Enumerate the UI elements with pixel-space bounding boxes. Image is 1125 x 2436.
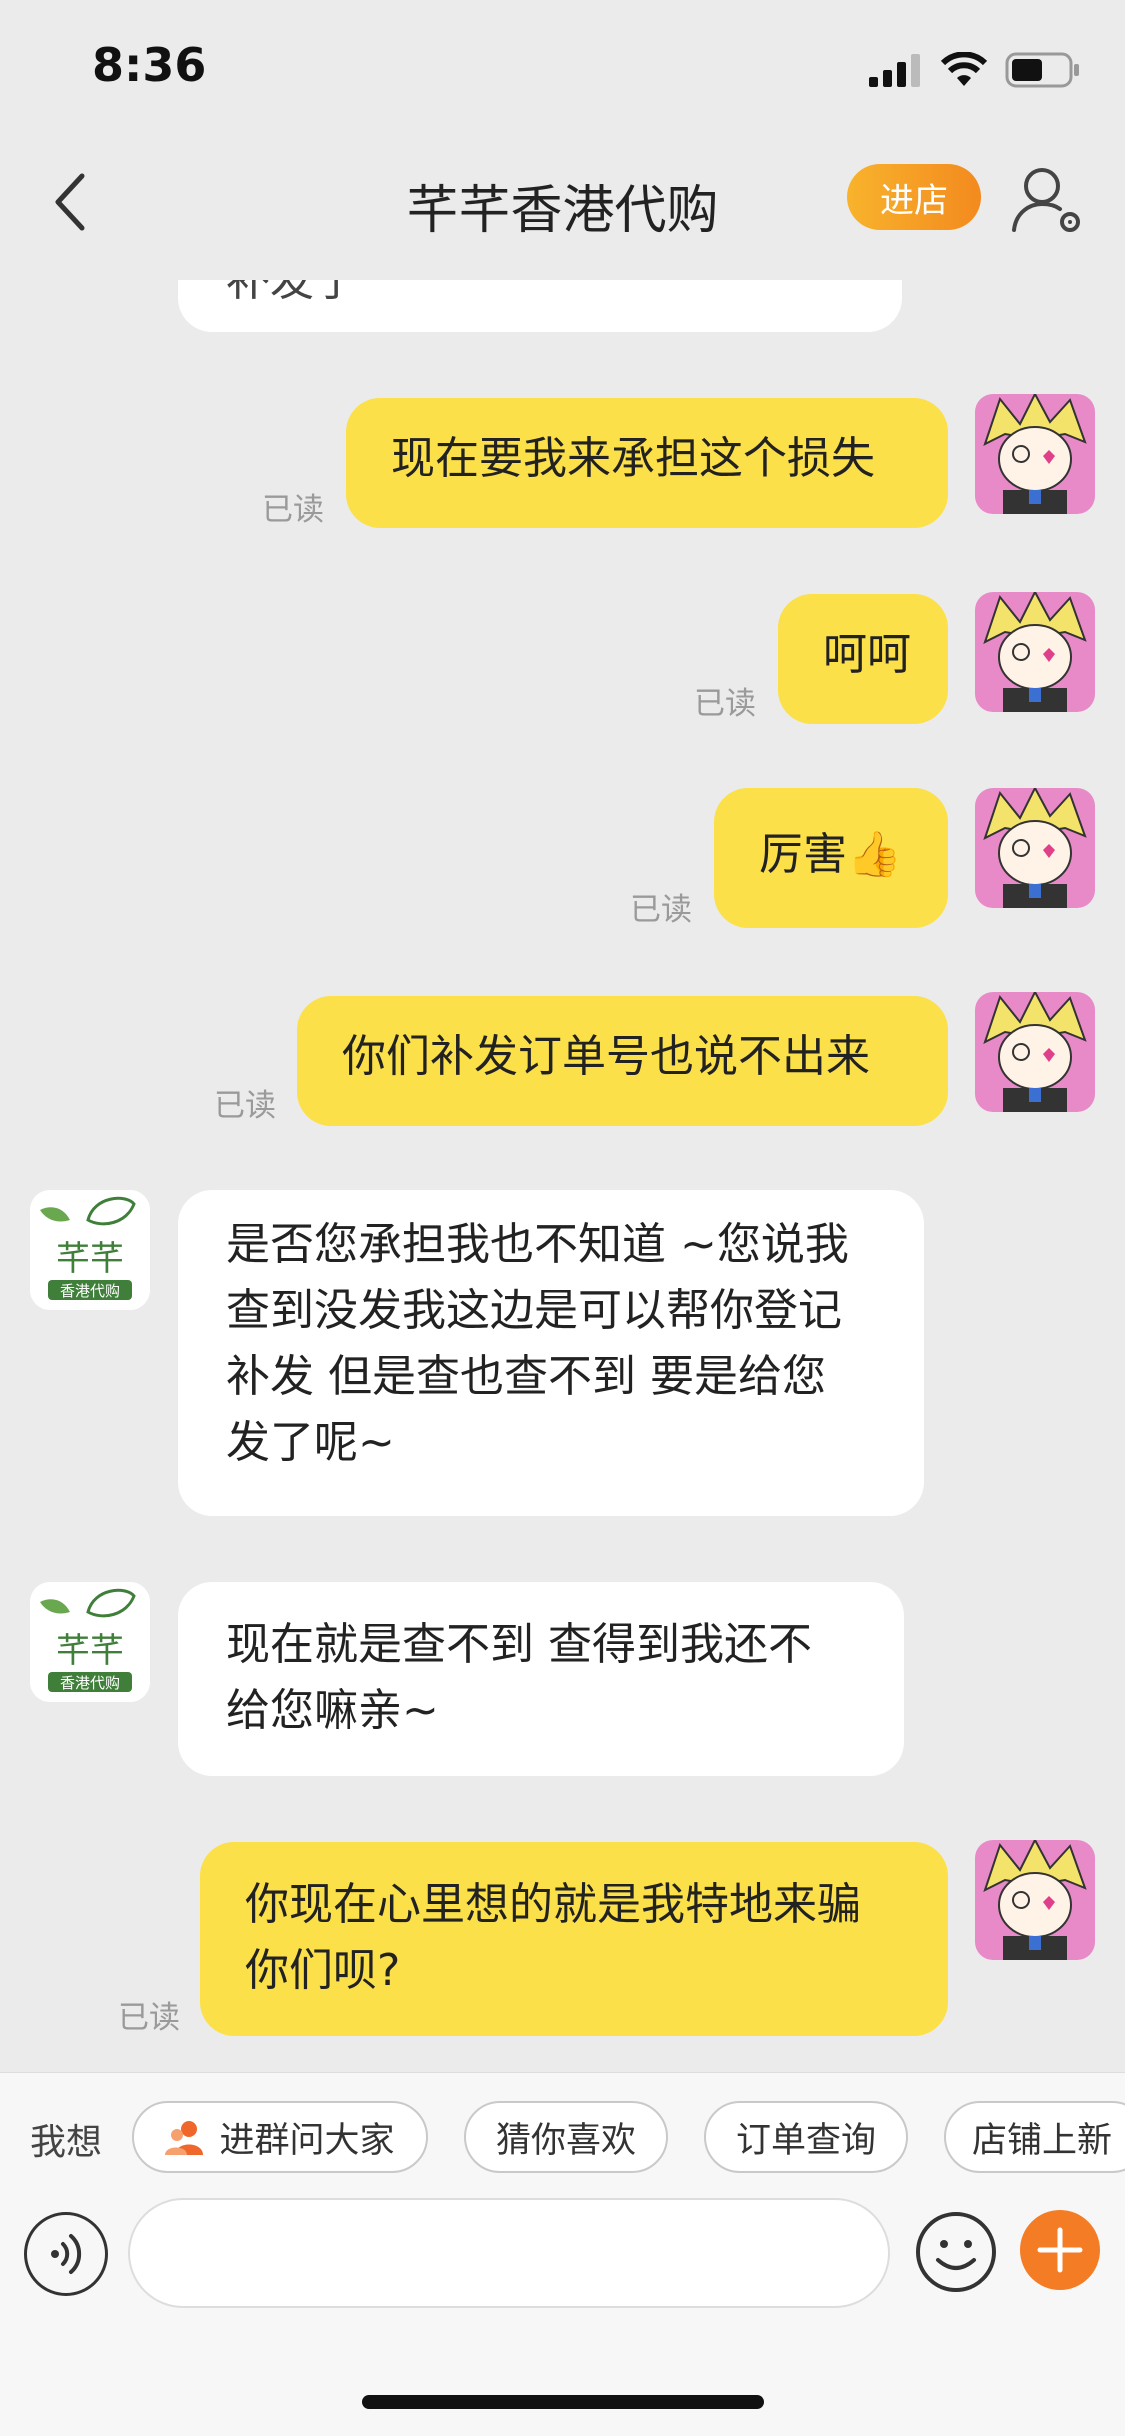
shop-avatar[interactable]: 芊芊 香港代购 [30, 1582, 150, 1702]
message-line: 发了呢~ [226, 1417, 395, 1468]
shop-logo-subtitle: 香港代购 [60, 1282, 120, 1300]
status-icons [869, 50, 1081, 90]
chip-order-query[interactable]: 订单查询 [704, 2101, 908, 2173]
message-line: 查到没发我这边是可以帮你登记 [226, 1285, 842, 1336]
message-bubble[interactable]: 是否您承担我也不知道 ~您说我 查到没发我这边是可以帮你登记 补发 但是查也查不… [178, 1190, 924, 1516]
suggestions-label: 我想 [30, 2122, 103, 2163]
shop-logo-name: 芊芊 [56, 1631, 124, 1671]
message-text: 你们补发订单号也说不出来 [342, 1031, 870, 1082]
shop-logo-icon: 芊芊 香港代购 [30, 1582, 150, 1702]
group-people-icon [165, 2121, 204, 2155]
emoji-icon[interactable] [914, 2210, 998, 2294]
message-line: 是否您承担我也不知道 ~您说我 [226, 1219, 849, 1270]
read-receipt: 已读 [214, 1088, 276, 1124]
user-avatar-icon [975, 788, 1095, 908]
chip-shop-new[interactable]: 店铺上新 [944, 2101, 1125, 2173]
shop-avatar[interactable]: 芊芊 香港代购 [30, 1190, 150, 1310]
user-avatar-icon [975, 1840, 1095, 1960]
user-avatar-icon [975, 394, 1095, 514]
message-line: 补发 但是查也查不到 要是给您 [226, 1351, 826, 1402]
chat-area[interactable]: 补发了 已读 现在要我来承担这个损失 已读 呵呵 已读 厉害👍 已读 你们补发订… [0, 280, 1125, 2072]
plus-icon [1037, 2227, 1083, 2273]
user-settings-icon[interactable] [1008, 160, 1088, 240]
user-avatar-icon [975, 592, 1095, 712]
cellular-signal-icon [869, 54, 920, 87]
message-text: 补发了 [226, 280, 358, 306]
shop-logo-icon: 芊芊 香港代购 [30, 1190, 150, 1310]
message-line: 现在就是查不到 查得到我还不 [226, 1619, 812, 1670]
my-avatar[interactable] [975, 394, 1095, 514]
shop-logo-name: 芊芊 [56, 1239, 124, 1279]
message-bubble[interactable]: 厉害👍 [714, 788, 948, 928]
nav-bar: 芊芊香港代购 进店 [0, 140, 1125, 280]
status-bar: 8:36 [0, 0, 1125, 140]
message-input[interactable] [128, 2198, 890, 2308]
chip-label: 店铺上新 [972, 2120, 1113, 2161]
quick-suggestions-bar: 我想 进群问大家 猜你喜欢 订单查询 店铺上新 [0, 2072, 1125, 2203]
message-text: 呵呵 [823, 629, 911, 680]
my-avatar[interactable] [975, 992, 1095, 1112]
status-time: 8:36 [92, 38, 207, 92]
my-avatar[interactable] [975, 788, 1095, 908]
read-receipt: 已读 [694, 686, 756, 722]
shop-logo-subtitle: 香港代购 [60, 1674, 120, 1692]
voice-icon [51, 2234, 82, 2274]
chip-guess-you-like[interactable]: 猜你喜欢 [464, 2101, 668, 2173]
read-receipt: 已读 [118, 2000, 180, 2036]
my-avatar[interactable] [975, 1840, 1095, 1960]
chip-label: 进群问大家 [219, 2120, 395, 2161]
message-line: 你们呗? [245, 1945, 401, 1996]
voice-input-button[interactable] [24, 2212, 108, 2296]
my-avatar[interactable] [975, 592, 1095, 712]
user-avatar-icon [975, 992, 1095, 1112]
message-bubble[interactable]: 现在要我来承担这个损失 [346, 398, 948, 528]
wifi-icon [941, 52, 987, 86]
home-indicator[interactable] [362, 2395, 764, 2409]
chip-label: 订单查询 [735, 2120, 876, 2161]
message-line: 你现在心里想的就是我特地来骗 [245, 1879, 861, 1930]
chip-ask-group[interactable]: 进群问大家 [132, 2101, 428, 2173]
enter-shop-button[interactable]: 进店 [847, 164, 981, 230]
battery-icon [1005, 52, 1079, 88]
message-text: 现在要我来承担这个损失 [391, 433, 875, 484]
read-receipt: 已读 [262, 492, 324, 528]
chip-label: 猜你喜欢 [495, 2120, 636, 2161]
read-receipt: 已读 [630, 892, 692, 928]
more-actions-button[interactable] [1020, 2210, 1100, 2290]
message-bubble[interactable]: 你们补发订单号也说不出来 [297, 996, 948, 1126]
message-bubble[interactable]: 现在就是查不到 查得到我还不 给您嘛亲~ [178, 1582, 904, 1776]
message-text: 厉害👍 [759, 829, 902, 880]
message-line: 给您嘛亲~ [226, 1685, 439, 1736]
message-bubble[interactable]: 你现在心里想的就是我特地来骗 你们呗? [200, 1842, 948, 2036]
message-bubble[interactable]: 呵呵 [778, 594, 948, 724]
message-bubble: 补发了 [178, 280, 902, 332]
